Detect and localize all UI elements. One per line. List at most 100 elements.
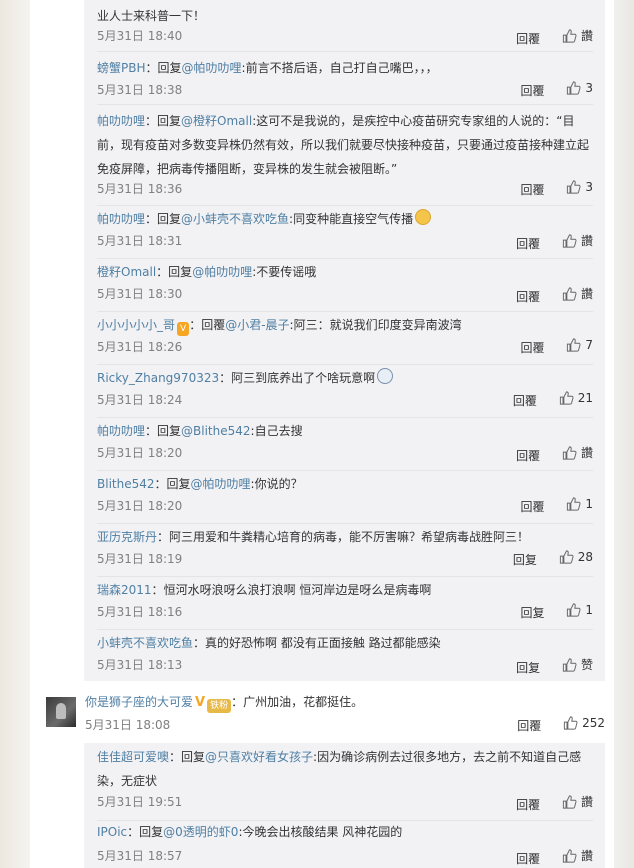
reply-time: 5月31日 18:20	[97, 446, 183, 460]
reply-text: IPOic：回复@0透明的虾0:今晚会出核酸结果 风神花园的	[97, 825, 403, 839]
thumbs-up-icon	[562, 848, 577, 863]
reply-time: 5月31日 18:26	[97, 340, 183, 354]
reply-time: 5月31日 18:57	[97, 849, 183, 863]
reply-button[interactable]: 回覆	[516, 237, 540, 251]
user-name-link[interactable]: 小小小小小_哥	[97, 318, 175, 332]
thumbs-up-icon	[562, 445, 577, 460]
mention-link[interactable]: @帕叻叻哩	[182, 61, 242, 75]
reply-time: 5月31日 19:51	[97, 795, 183, 809]
like-button[interactable]: 讚	[562, 27, 593, 44]
reply-text: 瑞森2011：恒河水呀浪呀么浪打浪啊 恒河岸边是呀么是病毒啊	[97, 583, 432, 597]
like-count: 1	[585, 497, 593, 511]
like-button[interactable]: 21	[559, 391, 593, 405]
reply-button[interactable]: 回覆	[521, 500, 545, 514]
reply-text: 螃蟹PBH：回复@帕叻叻哩:前言不搭后语，自己打自己嘴巴，，，	[97, 61, 438, 75]
thumbs-up-icon	[562, 794, 577, 809]
reply-item: 亚历克斯丹：阿三用爱和牛粪精心培育的病毒，能不厉害嘛？希望病毒战胜阿三！ 5月3…	[97, 523, 593, 577]
reply-item: 帕叻叻哩：回复@橙籽Omall:这可不是我说的，是疾控中心疫苗研究专家组的人说的…	[97, 104, 593, 206]
reply-time: 5月31日 18:13	[97, 658, 183, 672]
avatar[interactable]	[46, 697, 76, 727]
user-name-link[interactable]: 帕叻叻哩	[97, 212, 145, 226]
mention-link[interactable]: @Blithe542	[181, 424, 251, 438]
reply-button[interactable]: 回复	[521, 606, 545, 620]
mention-link[interactable]: @橙籽Omall	[181, 114, 252, 128]
like-button[interactable]: 1	[566, 497, 593, 511]
reply-time: 5月31日 18:20	[97, 499, 183, 513]
reply-text: 橙籽Omall：回复@帕叻叻哩:不要传谣哦	[97, 265, 317, 279]
reply-item: 帕叻叻哩：回复@Blithe542:自己去搜 5月31日 18:20 回覆 讚	[97, 417, 593, 471]
comment-text: 你是狮子座的大可爱 V 铁粉 ：广州加油，花都挺住。	[85, 695, 364, 713]
like-button[interactable]: 252	[563, 716, 605, 730]
emoji-icon	[415, 209, 432, 225]
mention-link[interactable]: @小君-晨子	[225, 318, 289, 332]
user-name-link[interactable]: 瑞森2011	[97, 583, 152, 597]
thumbs-up-icon	[567, 338, 581, 352]
user-name-link[interactable]: 帕叻叻哩	[97, 424, 145, 438]
like-count: 讚	[580, 29, 593, 43]
user-name-link[interactable]: 佳佳超可爱噢	[97, 750, 169, 764]
reply-button[interactable]: 回覆	[521, 183, 545, 197]
reply-button[interactable]: 回覆	[516, 852, 540, 866]
like-button[interactable]: 讚	[562, 793, 593, 810]
reply-time: 5月31日 18:24	[97, 393, 183, 407]
reply-button[interactable]: 回覆	[521, 341, 545, 355]
reply-item: 佳佳超可爱噢：回复@只喜欢好看女孩子:因为确诊病例去过很多地方，去之前不知道自己…	[97, 743, 593, 821]
like-button[interactable]: 讚	[562, 232, 593, 249]
reply-text: Ricky_Zhang970323：阿三到底养出了个啥玩意啊	[97, 366, 593, 390]
thumbs-up-icon	[559, 550, 574, 564]
like-button[interactable]: 讚	[562, 285, 593, 302]
mention-link[interactable]: @帕叻叻哩	[191, 477, 251, 491]
thumbs-up-icon	[562, 28, 577, 43]
reply-button[interactable]: 回覆	[513, 394, 537, 408]
like-button[interactable]: 讚	[562, 847, 593, 864]
reply-item: 橙籽Omall：回复@帕叻叻哩:不要传谣哦 5月31日 18:30 回覆 讚	[97, 258, 593, 312]
like-button[interactable]: 3	[566, 81, 593, 95]
reply-item: 小蚌壳不喜欢吃鱼：真的好恐怖啊 都没有正面接触 路过都能感染 5月31日 18:…	[97, 629, 593, 681]
verified-v-icon: V	[195, 695, 206, 710]
thumbs-up-icon	[563, 716, 578, 730]
reply-time: 5月31日 18:40	[97, 29, 183, 43]
user-name-link[interactable]: 螃蟹PBH	[97, 61, 146, 75]
like-button[interactable]: 28	[559, 550, 593, 564]
main-comment: 你是狮子座的大可爱 V 铁粉 ：广州加油，花都挺住。 5月31日 18:08 回覆 2…	[85, 689, 605, 743]
page-right-edge	[614, 0, 634, 868]
mention-link[interactable]: @帕叻叻哩	[192, 265, 252, 279]
user-name-link[interactable]: Blithe542	[97, 477, 155, 491]
reply-time: 5月31日 18:31	[97, 234, 183, 248]
like-button[interactable]: 赞	[562, 656, 593, 673]
reply-button[interactable]: 回复	[513, 553, 537, 567]
reply-text: 业人士来科普一下！	[97, 9, 206, 23]
like-button[interactable]: 讚	[562, 444, 593, 461]
reply-text: 帕叻叻哩：回复@橙籽Omall:这可不是我说的，是疾控中心疫苗研究专家组的人说的…	[97, 114, 590, 176]
user-name-link[interactable]: IPOic	[97, 825, 127, 839]
reply-button[interactable]: 回覆	[516, 449, 540, 463]
reply-item: 帕叻叻哩：回复@小蚌壳不喜欢吃鱼:同变种能直接空气传播 5月31日 18:31 …	[97, 205, 593, 259]
reply-button[interactable]: 回覆	[521, 84, 545, 98]
reply-button[interactable]: 回覆	[517, 719, 541, 733]
user-name-link[interactable]: 帕叻叻哩	[97, 114, 145, 128]
reply-button[interactable]: 回覆	[516, 32, 540, 46]
like-button[interactable]: 1	[566, 603, 593, 617]
reply-button[interactable]: 回复	[516, 661, 540, 675]
thumbs-up-icon	[567, 497, 581, 511]
mention-link[interactable]: @小蚌壳不喜欢吃鱼	[181, 212, 289, 226]
reply-time: 5月31日 18:38	[97, 83, 183, 97]
like-count: 3	[585, 81, 593, 95]
user-name-link[interactable]: 亚历克斯丹	[97, 530, 157, 544]
reply-item: 螃蟹PBH：回复@帕叻叻哩:前言不搭后语，自己打自己嘴巴，，， 5月31日 18…	[97, 51, 593, 105]
reply-button[interactable]: 回覆	[516, 290, 540, 304]
page-left-edge	[0, 0, 30, 868]
reply-item: IPOic：回复@0透明的虾0:今晚会出核酸结果 风神花园的 5月31日 18:…	[97, 820, 593, 868]
mention-link[interactable]: @只喜欢好看女孩子	[205, 750, 313, 764]
like-count: 252	[582, 716, 605, 730]
user-name-link[interactable]: Ricky_Zhang970323	[97, 371, 219, 385]
reply-button[interactable]: 回覆	[516, 798, 540, 812]
mention-link[interactable]: @0透明的虾0	[163, 825, 238, 839]
like-button[interactable]: 7	[566, 338, 593, 352]
thumbs-up-icon	[559, 391, 574, 405]
user-name-link[interactable]: 小蚌壳不喜欢吃鱼	[97, 636, 193, 650]
like-count: 讚	[580, 849, 593, 863]
user-name-link[interactable]: 你是狮子座的大可爱	[85, 695, 193, 709]
user-name-link[interactable]: 橙籽Omall	[97, 265, 156, 279]
like-button[interactable]: 3	[566, 180, 593, 194]
